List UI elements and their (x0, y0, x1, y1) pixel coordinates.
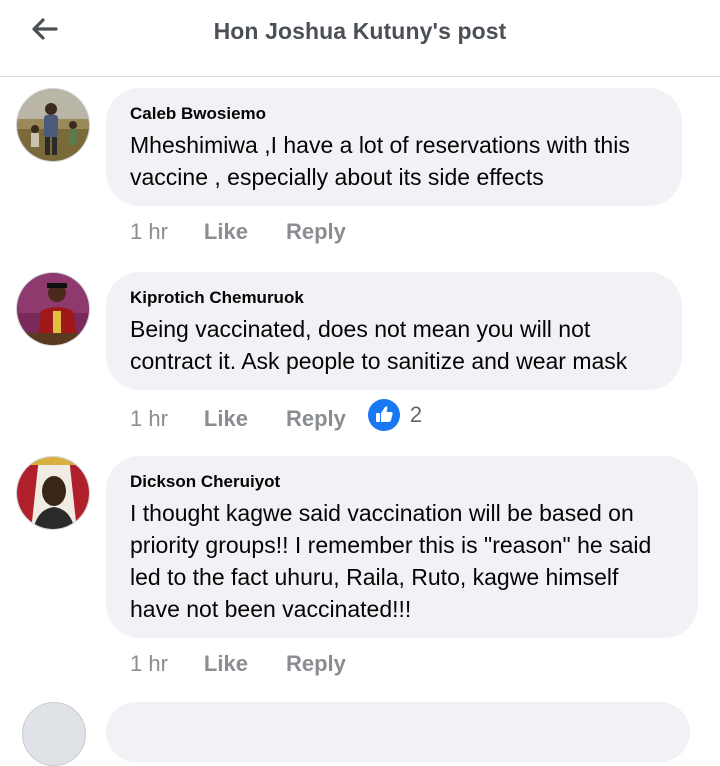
comment-actions: 1 hr Like Reply 2 (130, 399, 422, 435)
avatar[interactable] (16, 456, 90, 530)
comment-timestamp[interactable]: 1 hr (130, 219, 168, 245)
avatar[interactable] (16, 272, 90, 346)
comment-bubble: Kiprotich Chemuruok Being vaccinated, do… (106, 272, 682, 390)
comment-text: I thought kagwe said vaccination will be… (130, 500, 652, 622)
reply-button[interactable]: Reply (286, 651, 346, 677)
comment-bubble (106, 702, 690, 762)
post-header: Hon Joshua Kutuny's post (0, 0, 720, 77)
avatar[interactable] (22, 702, 86, 766)
like-button[interactable]: Like (204, 651, 248, 677)
comment-text: Being vaccinated, does not mean you will… (130, 316, 628, 374)
like-button[interactable]: Like (204, 219, 248, 245)
avatar[interactable] (16, 88, 90, 162)
comment-text: Mheshimiwa ,I have a lot of reservations… (130, 132, 630, 190)
like-button[interactable]: Like (204, 406, 248, 432)
thumbs-up-icon (367, 399, 400, 431)
comment-actions: 1 hr Like Reply (130, 651, 346, 677)
comment-actions: 1 hr Like Reply (130, 219, 346, 245)
reaction-count: 2 (409, 402, 423, 427)
page-title: Hon Joshua Kutuny's post (213, 18, 507, 44)
reaction-summary[interactable]: 2 (367, 399, 423, 431)
comment-bubble: Caleb Bwosiemo Mheshimiwa ,I have a lot … (106, 88, 682, 206)
comment-bubble: Dickson Cheruiyot I thought kagwe said v… (106, 456, 698, 638)
reply-button[interactable]: Reply (286, 219, 346, 245)
comment-author[interactable]: Caleb Bwosiemo (130, 104, 658, 124)
comment-author[interactable]: Kiprotich Chemuruok (130, 288, 658, 308)
comment-author[interactable]: Dickson Cheruiyot (130, 472, 674, 492)
comment-timestamp[interactable]: 1 hr (130, 406, 168, 432)
reply-button[interactable]: Reply (286, 406, 346, 432)
comment-timestamp[interactable]: 1 hr (130, 651, 168, 677)
